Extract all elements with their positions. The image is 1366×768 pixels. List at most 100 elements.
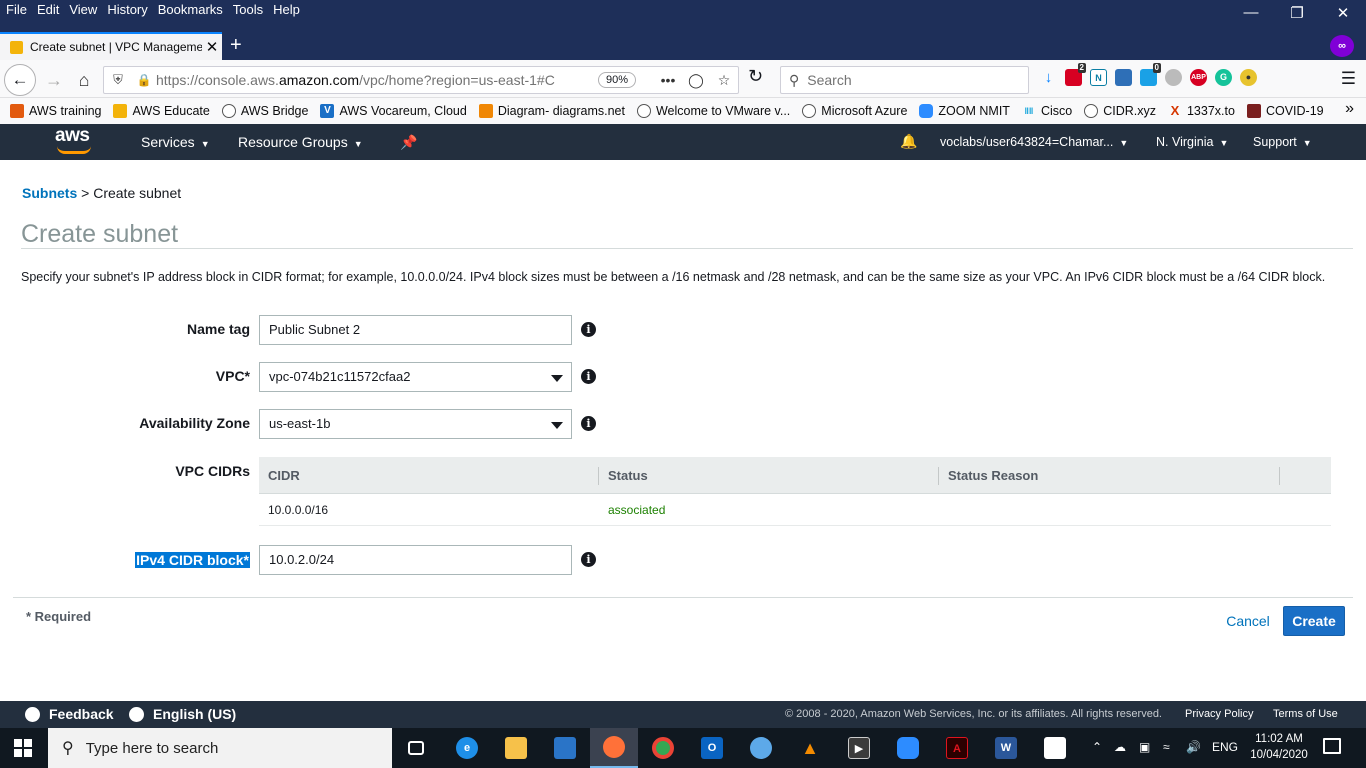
download-icon[interactable]: ↓ xyxy=(1040,69,1057,86)
volume-icon[interactable]: 🔊 xyxy=(1186,740,1201,754)
pocket-icon[interactable]: ◯ xyxy=(682,72,710,89)
grammarly-icon[interactable]: G xyxy=(1215,69,1232,86)
feedback-link[interactable]: Feedback xyxy=(25,706,114,722)
bookmark-aws-training[interactable]: AWS training xyxy=(10,104,101,118)
forward-arrow-icon[interactable]: → xyxy=(40,67,68,93)
file-explorer-icon[interactable] xyxy=(492,728,540,768)
bookmark-diagrams[interactable]: Diagram- diagrams.net xyxy=(478,104,625,118)
zoom-app-icon[interactable] xyxy=(884,728,932,768)
wifi-icon[interactable]: ≈ xyxy=(1163,740,1170,754)
bookmark-covid[interactable]: COVID-19 xyxy=(1246,104,1324,118)
photos-icon[interactable] xyxy=(1031,728,1079,768)
media-player-icon[interactable]: ▶ xyxy=(835,728,883,768)
lock-icon[interactable]: 🔒 xyxy=(132,73,156,87)
new-tab-icon[interactable]: + xyxy=(230,34,242,57)
extension-n-icon[interactable]: N xyxy=(1090,69,1107,86)
bookmark-vocareum[interactable]: V AWS Vocareum, Cloud xyxy=(320,104,467,118)
bookmark-1337x[interactable]: X 1337x.to xyxy=(1168,104,1235,119)
cancel-button[interactable]: Cancel xyxy=(1218,606,1278,636)
word-icon[interactable]: W xyxy=(982,728,1030,768)
column-header-status[interactable]: Status xyxy=(599,457,939,493)
extension-2-icon[interactable]: 0 xyxy=(1140,63,1161,86)
ipv4-cidr-input[interactable]: 10.0.2.0/24 xyxy=(259,545,572,575)
onedrive-icon[interactable]: ☁ xyxy=(1114,740,1126,754)
snipping-tool-icon[interactable] xyxy=(737,728,785,768)
create-button[interactable]: Create xyxy=(1283,606,1345,636)
tab-close-icon[interactable]: ✕ xyxy=(202,38,222,56)
task-view-icon[interactable] xyxy=(392,728,440,768)
resource-groups-menu[interactable]: Resource Groups ▼ xyxy=(238,134,363,150)
services-menu[interactable]: Services ▼ xyxy=(141,134,210,150)
pin-icon[interactable]: 📌 xyxy=(400,134,417,151)
language-selector[interactable]: English (US) xyxy=(129,706,236,722)
account-menu[interactable]: voclabs/user643824=Chamar... ▼ xyxy=(940,135,1128,149)
system-clock[interactable]: 11:02 AM 10/04/2020 xyxy=(1246,731,1312,763)
chevron-double-right-icon[interactable]: » xyxy=(1345,100,1354,118)
back-arrow-icon[interactable]: ← xyxy=(4,64,36,96)
menu-history[interactable]: History xyxy=(107,2,147,17)
language-indicator[interactable]: ENG xyxy=(1212,740,1238,754)
availability-zone-info-icon[interactable]: i xyxy=(581,416,596,431)
url-text[interactable]: https://console.aws.amazon.com/vpc/home?… xyxy=(156,72,598,88)
battery-icon[interactable]: ▣ xyxy=(1139,740,1150,754)
window-close-icon[interactable]: ✕ xyxy=(1320,4,1366,22)
bookmark-azure[interactable]: Microsoft Azure xyxy=(802,104,907,118)
home-icon[interactable]: ⌂ xyxy=(70,67,98,93)
extension-book-icon[interactable] xyxy=(1115,69,1132,86)
bookmark-aws-educate[interactable]: AWS Educate xyxy=(113,104,210,118)
menu-edit[interactable]: Edit xyxy=(37,2,59,17)
support-menu[interactable]: Support ▼ xyxy=(1253,135,1312,149)
adblock-icon[interactable]: ABP xyxy=(1190,69,1207,86)
menu-bookmarks[interactable]: Bookmarks xyxy=(158,2,223,17)
region-menu[interactable]: N. Virginia ▼ xyxy=(1156,135,1228,149)
ipv4-cidr-info-icon[interactable]: i xyxy=(581,552,596,567)
bell-icon[interactable]: 🔔 xyxy=(900,133,917,150)
taskbar-search-box[interactable]: ⚲ Type here to search xyxy=(48,728,392,768)
bookmark-cisco[interactable]: ‖‖ Cisco xyxy=(1022,104,1072,118)
bookmark-star-icon[interactable]: ☆ xyxy=(710,72,738,89)
mail-icon[interactable] xyxy=(541,728,589,768)
chevron-up-icon[interactable]: ⌃ xyxy=(1092,740,1102,754)
privacy-policy-link[interactable]: Privacy Policy xyxy=(1185,708,1253,720)
acrobat-icon[interactable]: A xyxy=(933,728,981,768)
bookmark-cidr[interactable]: CIDR.xyz xyxy=(1084,104,1156,118)
zoom-level-badge[interactable]: 90% xyxy=(597,72,636,88)
bookmark-aws-bridge[interactable]: AWS Bridge xyxy=(221,104,308,118)
edge-icon[interactable]: e xyxy=(443,728,491,768)
search-box[interactable]: ⚲ Search xyxy=(780,66,1029,94)
page-actions-icon[interactable]: ••• xyxy=(654,72,682,88)
vlc-icon[interactable]: ▲ xyxy=(786,728,834,768)
bookmark-zoom[interactable]: ZOOM NMIT xyxy=(919,104,1010,118)
bookmark-vmware[interactable]: Welcome to VMware v... xyxy=(636,104,790,118)
menu-tools[interactable]: Tools xyxy=(233,2,263,17)
aws-logo[interactable]: aws xyxy=(55,126,95,156)
vpc-info-icon[interactable]: i xyxy=(581,369,596,384)
shield-icon[interactable]: ⛨ xyxy=(104,72,132,88)
outlook-icon[interactable]: O xyxy=(688,728,736,768)
breadcrumb-subnets-link[interactable]: Subnets xyxy=(22,185,77,201)
tab-create-subnet[interactable]: Create subnet | VPC Management ✕ xyxy=(0,32,222,60)
name-tag-input[interactable]: Public Subnet 2 xyxy=(259,315,572,345)
extension-owl-icon[interactable]: ● xyxy=(1240,69,1257,86)
globe-extension-icon[interactable] xyxy=(1165,69,1182,86)
hamburger-menu-icon[interactable]: ☰ xyxy=(1341,69,1356,89)
column-header-status-reason[interactable]: Status Reason xyxy=(939,457,1280,493)
menu-view[interactable]: View xyxy=(69,2,97,17)
availability-zone-select[interactable]: us-east-1b xyxy=(259,409,572,439)
minimize-icon[interactable]: — xyxy=(1228,4,1274,21)
restore-icon[interactable]: ❐ xyxy=(1274,4,1320,22)
reload-icon[interactable]: ↻ xyxy=(748,66,763,87)
chrome-icon[interactable] xyxy=(639,728,687,768)
notification-center-icon[interactable] xyxy=(1323,738,1341,754)
breadcrumb-separator: > xyxy=(81,185,90,201)
menu-file[interactable]: File xyxy=(6,2,27,17)
windows-start-icon[interactable] xyxy=(14,739,32,757)
extension-1-icon[interactable]: 2 xyxy=(1065,63,1086,86)
vpc-select[interactable]: vpc-074b21c11572cfaa2 xyxy=(259,362,572,392)
name-tag-info-icon[interactable]: i xyxy=(581,322,596,337)
terms-of-use-link[interactable]: Terms of Use xyxy=(1273,708,1338,720)
menu-help[interactable]: Help xyxy=(273,2,300,17)
firefox-icon[interactable] xyxy=(590,728,638,768)
address-bar[interactable]: ⛨ 🔒 https://console.aws.amazon.com/vpc/h… xyxy=(103,66,739,94)
column-header-cidr[interactable]: CIDR xyxy=(259,457,599,493)
